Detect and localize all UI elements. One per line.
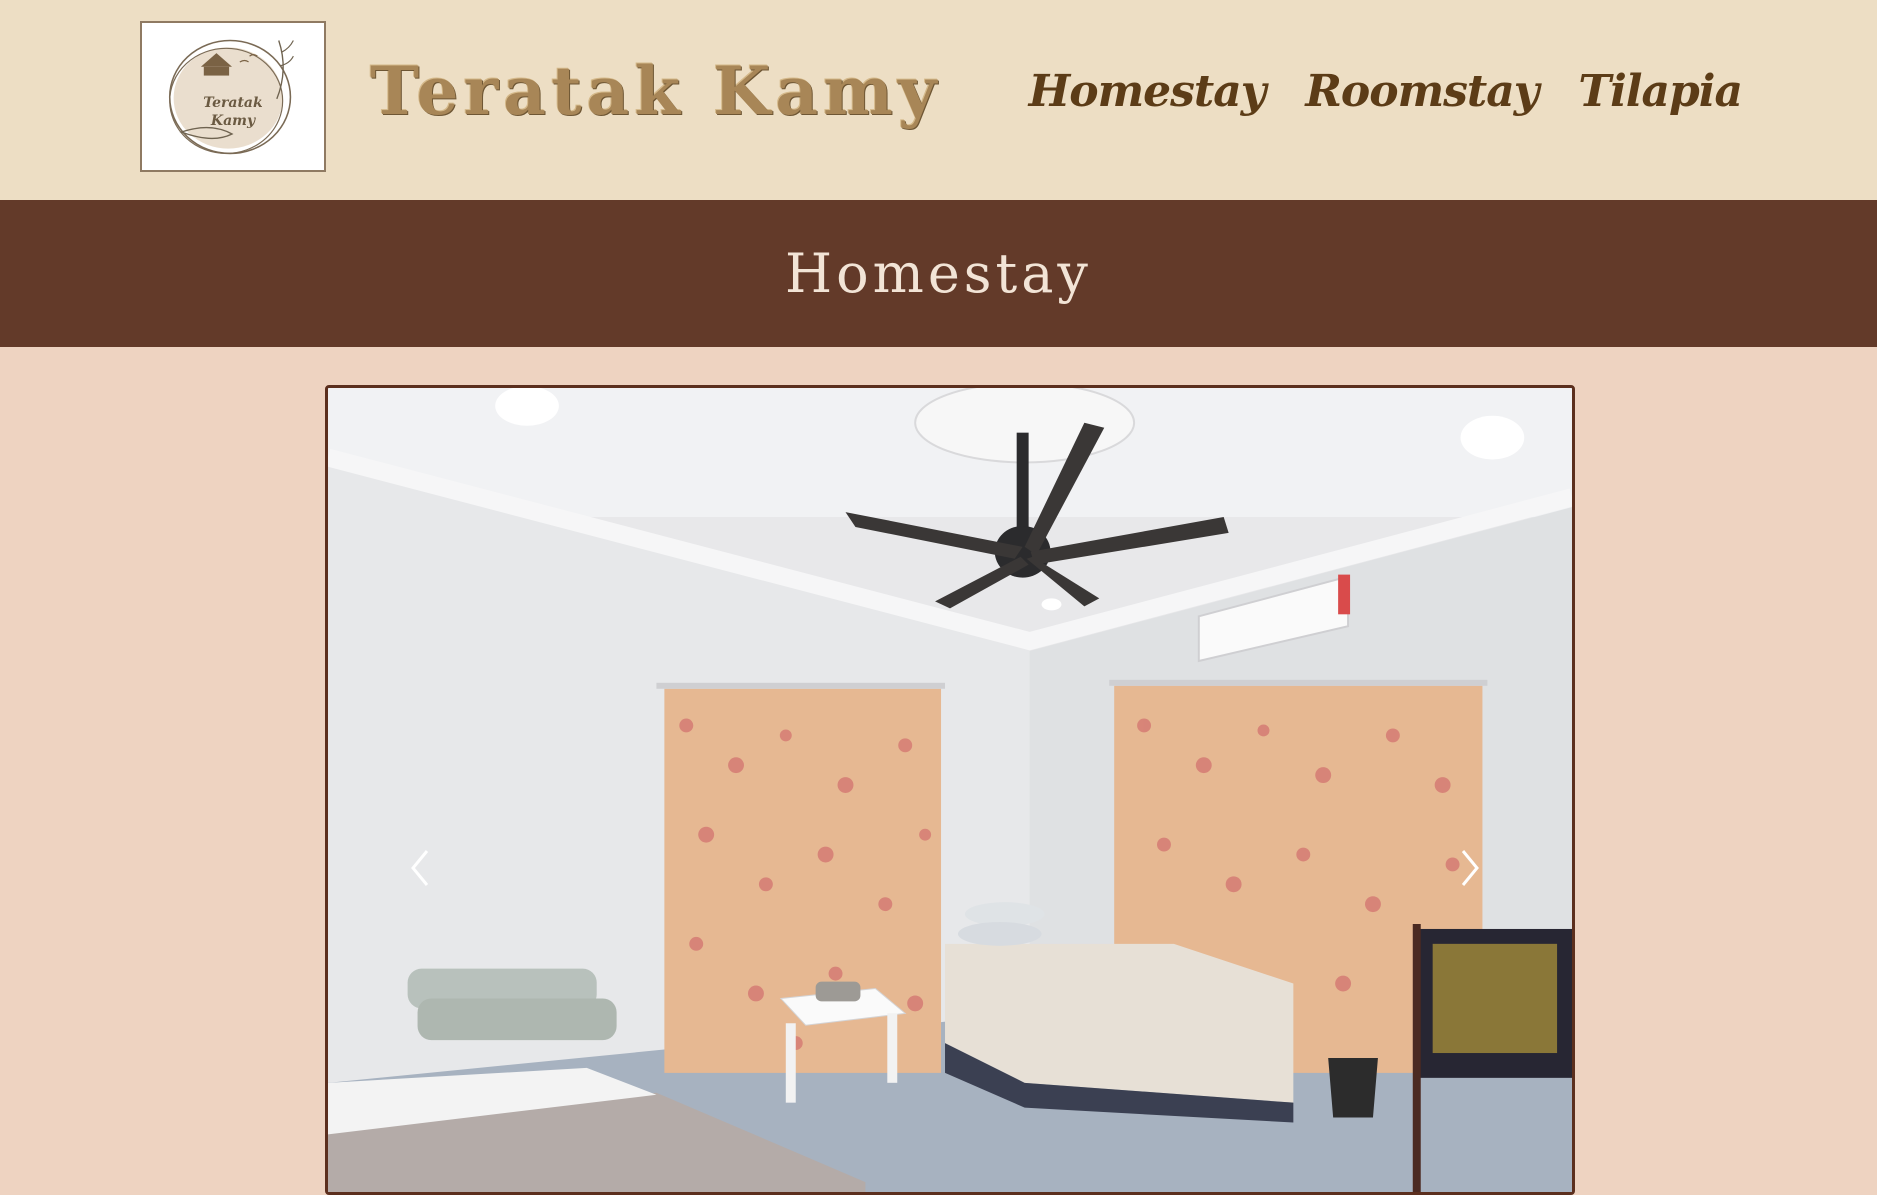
site-title[interactable]: Teratak Kamy	[370, 52, 941, 130]
site-logo[interactable]: Teratak Kamy	[140, 21, 326, 172]
nav-link-homestay[interactable]: Homestay	[1029, 66, 1267, 117]
photo-carousel	[325, 385, 1575, 1195]
site-header: Teratak Kamy Teratak Kamy Homestay Rooms…	[0, 0, 1877, 200]
main-nav: Homestay Roomstay Tilapia	[1029, 66, 1743, 117]
logo-text-line2: Kamy	[210, 113, 256, 129]
chevron-right-icon	[1461, 850, 1479, 886]
nav-link-tilapia[interactable]: Tilapia	[1578, 66, 1743, 117]
nav-link-roomstay[interactable]: Roomstay	[1305, 66, 1539, 117]
chevron-left-icon	[411, 850, 429, 886]
carousel-prev-button[interactable]	[390, 838, 450, 898]
page-title: Homestay	[785, 242, 1092, 305]
page-banner: Homestay	[0, 200, 1877, 347]
bedroom-photo	[328, 388, 1572, 1192]
logo-text-line1: Teratak	[203, 95, 263, 111]
carousel-next-button[interactable]	[1440, 838, 1500, 898]
